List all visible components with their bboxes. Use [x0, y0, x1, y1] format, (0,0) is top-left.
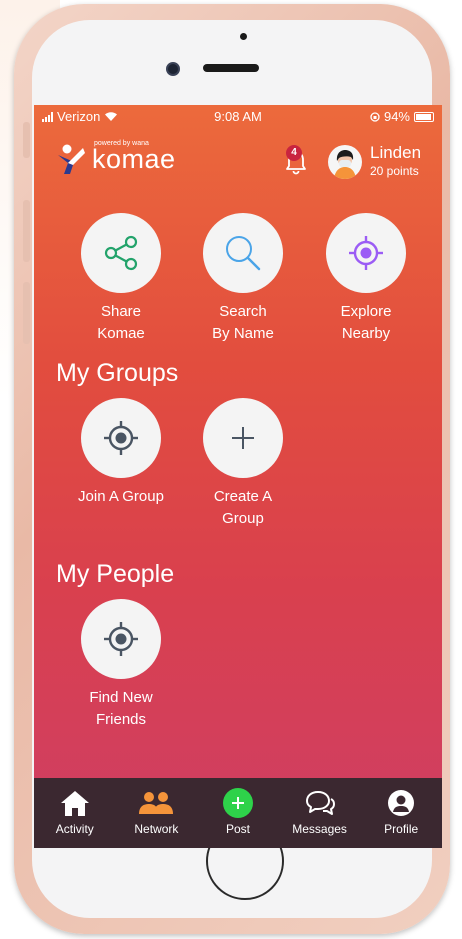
logo-powered-by: powered by wana: [94, 140, 149, 147]
create-group-label-line2: Group: [222, 510, 264, 527]
my-people-title: My People: [56, 560, 175, 588]
search-icon: [226, 236, 261, 271]
explore-label: Explore Nearby: [325, 301, 407, 345]
search-by-name-action[interactable]: Search By Name: [202, 213, 284, 345]
explore-label-line1: Explore: [340, 303, 392, 320]
battery-icon: [414, 111, 434, 122]
tab-activity-label: Activity: [55, 822, 94, 836]
plus-icon: [231, 797, 244, 809]
share-button[interactable]: [81, 213, 161, 293]
status-right: 94%: [370, 109, 434, 124]
avatar-image: [334, 150, 356, 179]
share-label-line2: Komae: [97, 325, 145, 342]
target-icon: [349, 236, 383, 270]
explore-nearby-action[interactable]: Explore Nearby: [325, 213, 407, 345]
share-label-line1: Share: [100, 303, 142, 320]
earpiece-speaker: [203, 64, 259, 72]
tab-network-label: Network: [134, 822, 179, 836]
search-label: Search By Name: [202, 301, 284, 345]
user-points: 20 points: [370, 164, 419, 178]
explore-button[interactable]: [326, 213, 406, 293]
find-friends-button[interactable]: [81, 599, 161, 679]
chat-icon: [305, 791, 335, 815]
create-group-action[interactable]: Create A Group: [202, 398, 284, 530]
tab-profile-label: Profile: [384, 822, 419, 836]
join-group-action[interactable]: Join A Group: [78, 398, 164, 508]
app-screen: Verizon 9:08 AM 94% komae powered by wan…: [34, 105, 442, 848]
user-icon: [388, 790, 415, 816]
search-label-line1: Search: [219, 303, 267, 320]
user-avatar[interactable]: [328, 145, 362, 179]
proximity-sensor: [240, 33, 247, 40]
find-friends-action[interactable]: Find New Friends: [80, 599, 162, 731]
people-icon: [139, 792, 174, 814]
tab-messages[interactable]: Messages: [279, 778, 361, 848]
share-komae-action[interactable]: Share Komae: [80, 213, 162, 345]
tab-post[interactable]: Post: [197, 778, 279, 848]
bottom-tab-bar: Activity Network Post Messages Profile: [34, 778, 442, 848]
create-group-label-line1: Create A: [213, 488, 273, 505]
create-group-label: Create A Group: [202, 486, 284, 530]
front-camera: [166, 62, 180, 76]
mute-switch: [23, 122, 30, 158]
tab-activity[interactable]: Activity: [34, 778, 116, 848]
find-friends-label-line2: Friends: [95, 711, 147, 728]
target-icon: [104, 622, 138, 656]
user-name[interactable]: Linden: [370, 143, 421, 163]
komae-logo: komae powered by wana: [56, 140, 176, 175]
search-label-line2: By Name: [212, 325, 274, 342]
explore-label-line2: Nearby: [341, 325, 391, 342]
plus-icon: [232, 427, 254, 449]
search-button[interactable]: [203, 213, 283, 293]
share-icon: [104, 235, 138, 271]
join-group-label-line1: Join A Group: [78, 488, 164, 505]
join-group-label: Join A Group: [61, 486, 181, 508]
post-button[interactable]: [222, 788, 253, 818]
komae-logo-icon: [58, 144, 85, 174]
tab-messages-label: Messages: [292, 822, 347, 836]
find-friends-label-line1: Find New: [89, 689, 153, 706]
tab-network[interactable]: Network: [116, 778, 198, 848]
logo-text: komae: [92, 143, 176, 174]
target-icon: [104, 421, 138, 455]
stage: Verizon 9:08 AM 94% komae powered by wan…: [0, 0, 462, 939]
orientation-lock-icon: [370, 111, 380, 122]
share-label: Share Komae: [80, 301, 162, 345]
join-group-button[interactable]: [81, 398, 161, 478]
home-icon: [60, 791, 89, 816]
find-friends-label: Find New Friends: [80, 687, 162, 731]
create-group-button[interactable]: [203, 398, 283, 478]
volume-down-button: [23, 282, 30, 344]
tab-post-label: Post: [225, 822, 250, 836]
volume-up-button: [23, 200, 30, 262]
status-bar: Verizon 9:08 AM 94%: [34, 105, 442, 127]
tab-profile[interactable]: Profile: [360, 778, 442, 848]
battery-percent: 94%: [383, 109, 410, 124]
notification-badge: 4: [286, 145, 302, 161]
my-groups-title: My Groups: [56, 359, 179, 387]
